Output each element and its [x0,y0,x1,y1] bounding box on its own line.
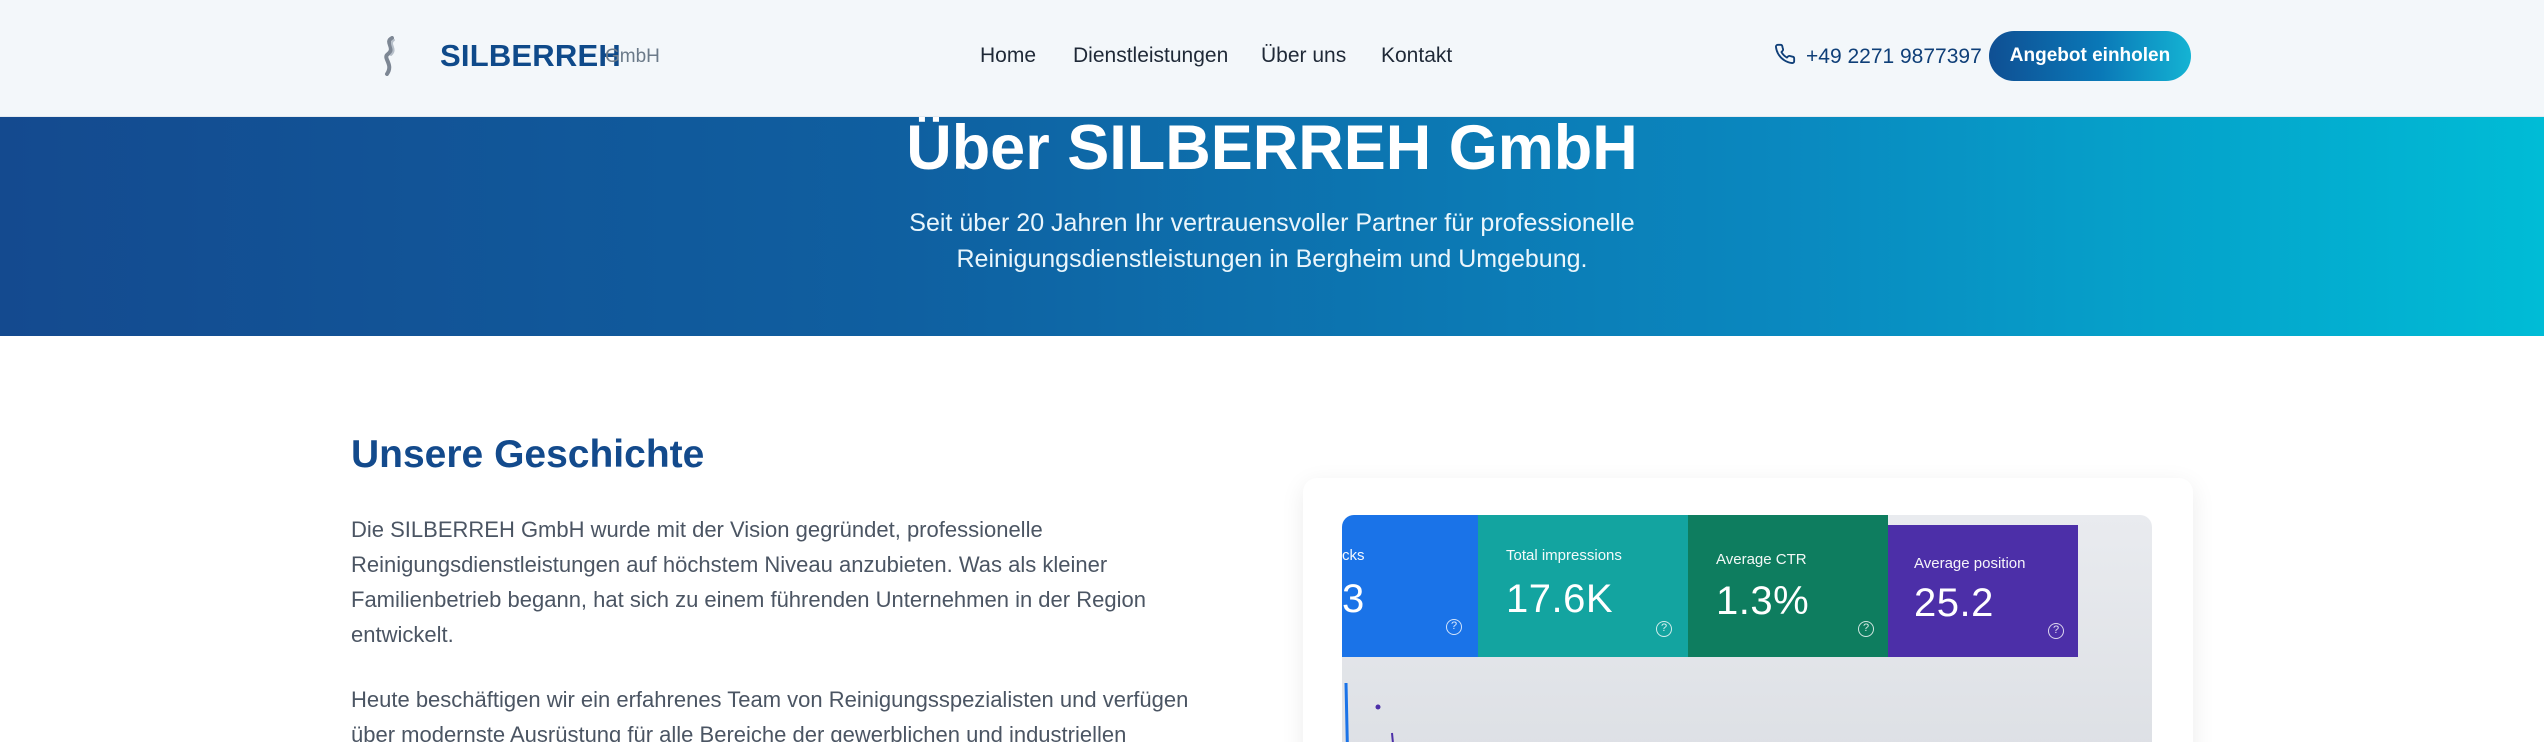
metric-value: 17.6K [1506,577,1614,621]
hero-subtitle-line-1: Seit über 20 Jahren Ihr vertrauensvoller… [909,209,1635,237]
quote-button[interactable]: Angebot einholen [1989,31,2191,81]
phone-link[interactable]: +49 2271 9877397 [1774,42,1982,72]
help-icon: ? [2048,623,2064,639]
chart-fragment [1344,683,1394,742]
metric-label: Average position [1914,555,2026,572]
nav-home[interactable]: Home [980,44,1036,68]
story-paragraph-1: Die SILBERREH GmbH wurde mit der Vision … [351,517,1146,647]
metric-value: 3 [1342,577,1365,621]
hero-section: Über SILBERREH GmbH Seit über 20 Jahren … [0,117,2544,336]
phone-number: +49 2271 9877397 [1806,45,1982,68]
nav-kontakt[interactable]: Kontakt [1381,44,1452,68]
metric-label: cks [1342,547,1365,564]
site-header: SILBERREH GmbH Home Dienstleistungen Übe… [0,0,2544,117]
metric-tile-position: Average position 25.2 ? [1888,525,2078,657]
story-heading: Unsere Geschichte [351,433,705,476]
hero-subtitle-line-2: Reinigungsdienstleistungen in Bergheim u… [956,245,1588,273]
hero-subtitle: Seit über 20 Jahren Ihr vertrauensvoller… [0,205,2544,277]
metric-tile-impressions: Total impressions 17.6K ? [1478,515,1688,657]
phone-icon [1774,43,1796,71]
page: SILBERREH GmbH Home Dienstleistungen Übe… [0,0,2544,742]
analytics-photo: cks 3 ? Total impressions 17.6K ? Averag… [1342,515,2152,742]
nav-ueber-uns[interactable]: Über uns [1261,44,1346,68]
metric-value: 25.2 [1914,581,1994,625]
metric-tile-clicks: cks 3 ? [1342,515,1478,657]
help-icon: ? [1446,619,1462,635]
nav-dienstleistungen[interactable]: Dienstleistungen [1073,44,1228,68]
story-paragraph-2: Heute beschäftigen wir ein erfahrenes Te… [351,687,1189,742]
metric-label: Average CTR [1716,551,1807,568]
metric-tile-ctr: Average CTR 1.3% ? [1688,515,1888,657]
help-icon: ? [1656,621,1672,637]
page-title: Über SILBERREH GmbH [906,113,1638,183]
help-icon: ? [1858,621,1874,637]
metric-label: Total impressions [1506,547,1622,564]
metric-value: 1.3% [1716,579,1810,623]
